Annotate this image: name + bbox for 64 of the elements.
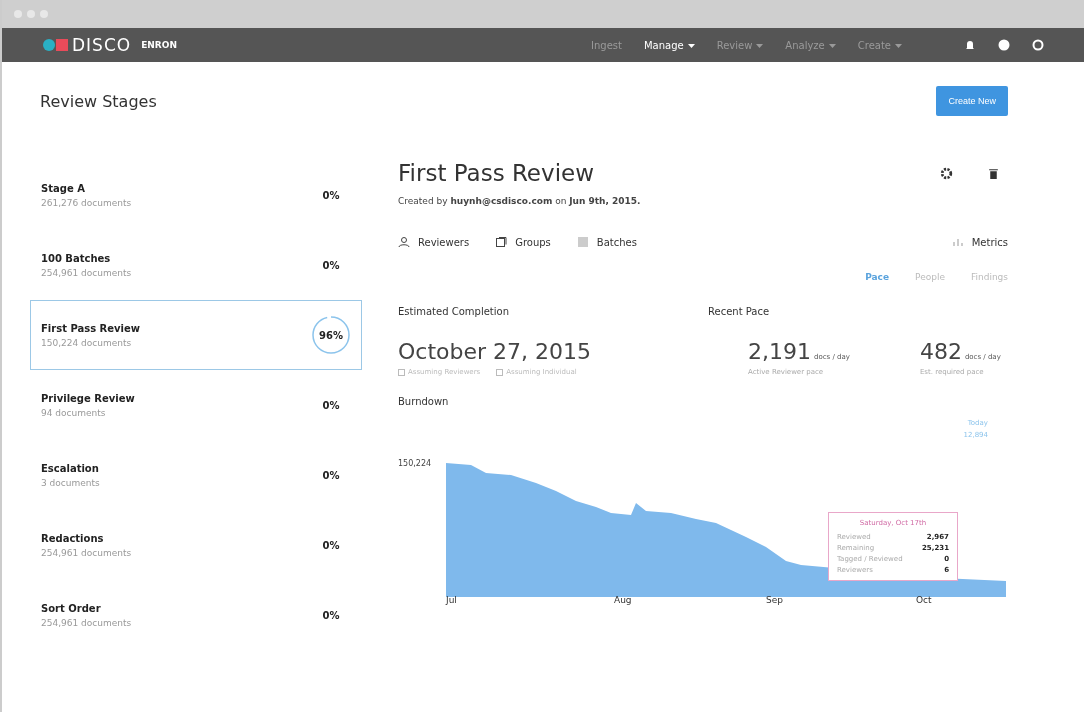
stage-name: Privilege Review: [41, 392, 135, 404]
stage-item[interactable]: 100 Batches 254,961 documents 0%: [30, 230, 362, 300]
document-count: 150,224 documents: [41, 337, 133, 348]
stage-percent: 0%: [321, 259, 341, 271]
document-count: 261,276 documents: [41, 197, 132, 208]
grid-icon: [576, 236, 589, 248]
page-title: Review Stages: [40, 91, 157, 111]
axis-label: Jul: [446, 595, 457, 605]
axis-label: Aug: [614, 595, 632, 605]
stage-item[interactable]: Redactions 254,961 documents 0%: [30, 510, 362, 580]
person-icon: [398, 236, 410, 248]
workspace-name: ENRON: [141, 40, 177, 50]
stage-percent: 96%: [318, 329, 344, 341]
checkbox[interactable]: [398, 368, 405, 376]
pace-value: 482: [919, 339, 962, 364]
section-heading: Estimated Completion: [398, 306, 510, 317]
checkbox[interactable]: [496, 368, 504, 376]
caret-icon: [828, 43, 836, 49]
stage-item[interactable]: Stage A 261,276 documents 0%: [30, 160, 362, 230]
stage-link[interactable]: Reviewers: [398, 236, 470, 248]
metrics-link[interactable]: Metrics: [951, 236, 1008, 248]
stage-percent: 0%: [321, 189, 341, 201]
stage-title: First Pass Review: [398, 160, 594, 186]
logo-icon: [42, 38, 70, 52]
stage-name: First Pass Review: [41, 322, 141, 334]
bell-icon: [964, 39, 976, 51]
stage-name: Sort Order: [41, 602, 102, 614]
folder-icon: [495, 236, 508, 248]
stage-percent: 0%: [321, 539, 341, 551]
chart-icon: [951, 236, 964, 248]
stage-item[interactable]: Sort Order 254,961 documents 0%: [30, 580, 362, 650]
trash-icon: [987, 166, 1000, 180]
section-heading: Burndown: [398, 396, 450, 407]
stage-name: 100 Batches: [41, 252, 112, 264]
stage-name: Redactions: [41, 532, 105, 544]
stage-name: Escalation: [41, 462, 100, 474]
section-heading: Recent Pace: [708, 306, 771, 317]
stage-name: Stage A: [41, 182, 86, 194]
document-count: 254,961 documents: [41, 547, 132, 558]
document-count: 94 documents: [41, 407, 107, 418]
user-icon: [1032, 39, 1044, 51]
document-count: 254,961 documents: [41, 617, 132, 628]
brand-name: DISCO: [72, 35, 132, 55]
caret-icon: [756, 43, 764, 49]
completion-date: October 27, 2015: [398, 339, 592, 364]
caret-icon: [687, 43, 695, 49]
document-count: 254,961 documents: [41, 267, 132, 278]
stage-item[interactable]: Escalation 3 documents 0%: [30, 440, 362, 510]
pace-value: 2,191: [748, 339, 811, 364]
stage-percent: 0%: [321, 609, 341, 621]
stage-item[interactable]: First Pass Review 150,224 documents 96%: [30, 300, 362, 370]
created-by-text: Created by huynh@csdisco.com on Jun 9th, 2015.: [398, 196, 642, 206]
stage-link[interactable]: Batches: [576, 236, 637, 248]
caret-icon: [895, 43, 902, 49]
stage-item[interactable]: Privilege Review 94 documents 0%: [30, 370, 362, 440]
axis-label: Oct: [916, 595, 932, 605]
document-count: 3 documents: [41, 477, 100, 488]
axis-label: Sep: [766, 595, 783, 605]
stage-percent: 0%: [321, 469, 341, 481]
stage-percent: 0%: [321, 399, 341, 411]
nav-menu[interactable]: Manage: [643, 39, 695, 51]
axis-label: 150,224: [398, 459, 432, 468]
stage-link[interactable]: Groups: [495, 236, 551, 248]
settings-icon: [940, 166, 953, 180]
